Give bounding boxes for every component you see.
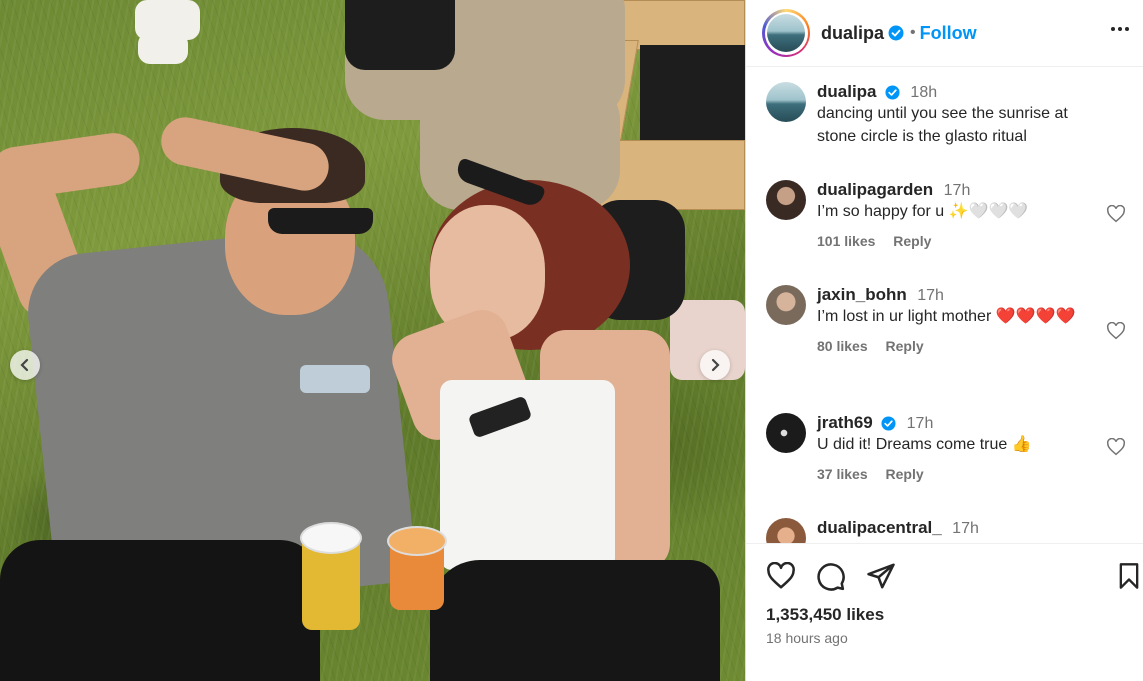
- comment-likes[interactable]: 37 likes: [817, 466, 868, 482]
- comment-username[interactable]: dualipagarden: [817, 180, 933, 199]
- heart-icon[interactable]: [1106, 205, 1126, 223]
- avatar: [767, 14, 805, 52]
- likes-count[interactable]: 1,353,450 likes: [766, 605, 884, 625]
- chevron-right-icon: [711, 358, 720, 372]
- avatar[interactable]: [766, 518, 806, 543]
- separator-dot: •: [910, 24, 916, 41]
- heart-icon[interactable]: [1106, 322, 1126, 340]
- follow-button[interactable]: Follow: [920, 23, 977, 44]
- man-pants: [0, 540, 320, 681]
- heart-icon[interactable]: [766, 562, 796, 590]
- post-author-name[interactable]: dualipa: [821, 23, 884, 44]
- verified-badge-icon: [881, 416, 896, 431]
- comment-username[interactable]: dualipacentral_: [817, 518, 942, 537]
- sneaker-left: [138, 32, 188, 64]
- orange-cup-rim: [387, 526, 447, 556]
- bookmark-icon[interactable]: [1116, 562, 1142, 590]
- share-icon[interactable]: [866, 562, 896, 590]
- comment-time[interactable]: 17h: [944, 182, 971, 199]
- caption-username[interactable]: dualipa: [817, 82, 877, 101]
- avatar[interactable]: [766, 82, 806, 122]
- comment-icon[interactable]: [816, 562, 846, 592]
- comment-text: I’m so happy for u ✨🤍🤍🤍: [817, 203, 1029, 220]
- more-options-icon[interactable]: [1109, 20, 1131, 38]
- chevron-left-icon: [20, 358, 29, 372]
- verified-badge-icon: [888, 25, 904, 41]
- comment-time[interactable]: 17h: [907, 415, 934, 432]
- next-photo-button[interactable]: [700, 350, 730, 380]
- avatar[interactable]: [766, 285, 806, 325]
- woman-black-skirt: [430, 560, 720, 681]
- caption-text: dancing until you see the sunrise at sto…: [817, 105, 1068, 145]
- heart-icon[interactable]: [1106, 438, 1126, 456]
- story-ring[interactable]: [762, 9, 810, 57]
- man-sunglasses: [268, 208, 373, 234]
- comment-username[interactable]: jaxin_bohn: [817, 285, 907, 304]
- comment-username[interactable]: jrath69: [817, 413, 873, 432]
- shirt-logo: [300, 365, 370, 393]
- comment-likes[interactable]: 101 likes: [817, 233, 875, 249]
- reply-button[interactable]: Reply: [893, 233, 931, 249]
- post-header: dualipa • Follow: [746, 0, 1143, 67]
- bench-shadow: [640, 45, 745, 140]
- avatar[interactable]: [766, 180, 806, 220]
- yellow-cup-rim: [300, 522, 362, 554]
- dark-jacket: [345, 0, 455, 70]
- comment-text: U did it! Dreams come true 👍: [817, 436, 1032, 453]
- comment-likes[interactable]: 80 likes: [817, 338, 868, 354]
- reply-button[interactable]: Reply: [886, 466, 924, 482]
- reply-button[interactable]: Reply: [886, 338, 924, 354]
- post-timestamp[interactable]: 18 hours ago: [766, 630, 848, 646]
- prev-photo-button[interactable]: [10, 350, 40, 380]
- comment-text: I’m lost in ur light mother ❤️❤️❤️❤️: [817, 308, 1076, 325]
- post-photo[interactable]: [0, 0, 745, 681]
- comment-time[interactable]: 17h: [917, 287, 944, 304]
- comments-list[interactable]: dualipa 18h dancing until you see the su…: [746, 67, 1143, 543]
- post-actions: 1,353,450 likes 18 hours ago: [746, 543, 1143, 681]
- post-side-panel: dualipa • Follow dualipa 18h dancing unt…: [745, 0, 1143, 681]
- verified-badge-icon: [885, 85, 900, 100]
- caption-time[interactable]: 18h: [910, 84, 937, 101]
- avatar[interactable]: [766, 413, 806, 453]
- comment-time[interactable]: 17h: [952, 520, 979, 537]
